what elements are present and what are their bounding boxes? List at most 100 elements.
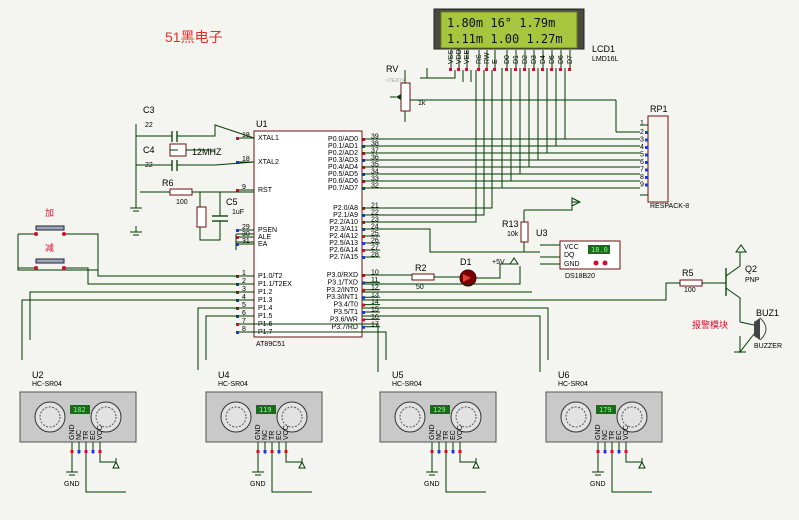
rp1-pin-4: 4 <box>640 144 644 151</box>
pin-marker <box>603 450 607 453</box>
vcc-wire <box>459 454 477 463</box>
push-buttons: 加 减 <box>17 208 254 285</box>
mcu-pin-name-38: P0.1/AD1 <box>328 143 358 150</box>
led-block: R2 50 D1 +5V <box>362 257 519 291</box>
potentiometer-rv: RV 1k <TEXT> <box>386 64 426 122</box>
u3-pin-dq: DQ <box>564 252 575 259</box>
mcu-pin-num-9: 9 <box>242 184 246 191</box>
lcd-part: LMD16L <box>592 56 619 63</box>
sensor-pin-nc: NC <box>262 430 269 440</box>
mcu-pin-name-31: EA <box>258 241 268 248</box>
gnd-label: GND <box>250 481 266 488</box>
mcu-pin-name-26: P2.5/A13 <box>329 240 358 247</box>
pin-marker <box>449 68 452 71</box>
c5-value: 1uF <box>232 209 244 216</box>
r5-ref: R5 <box>682 268 694 278</box>
pin-marker <box>596 450 600 453</box>
sensor-pin-vcc: VCC <box>283 425 290 440</box>
mcu-pin-name-25: P2.4/A12 <box>329 233 358 240</box>
mcu-pin-name-21: P2.0/A8 <box>333 205 358 212</box>
pin-marker <box>362 288 365 292</box>
pin-marker <box>485 68 488 71</box>
pin-marker <box>77 450 81 453</box>
sensor-pin-nc: NC <box>436 430 443 440</box>
sensor-part: HC-SR04 <box>392 381 422 388</box>
sensor-pin-vcc: VCC <box>457 425 464 440</box>
mcu-pin-name-3: P1.2 <box>258 289 273 296</box>
pin-marker <box>362 311 365 314</box>
watermark-title: 51黑电子 <box>165 29 223 45</box>
alarm-label: 报警模块 <box>692 319 728 330</box>
btn-add-label[interactable]: 加 <box>45 208 54 218</box>
sensor-part: HC-SR04 <box>32 381 62 388</box>
mcu-pin-name-11: P3.1/TXD <box>328 279 358 286</box>
pin-marker <box>645 131 648 134</box>
pin-marker <box>550 68 553 71</box>
button-add[interactable] <box>35 225 65 231</box>
mcu-pin-name-19: XTAL1 <box>258 135 279 142</box>
vcc-wire <box>285 454 303 463</box>
sensor-pin-tr: TR <box>443 431 450 440</box>
pin-marker <box>362 296 365 300</box>
tr-wire <box>85 454 126 493</box>
mcu-pin-name-36: P0.3/AD3 <box>328 157 358 164</box>
mcu-pin-name-13: P3.3/INT1 <box>326 294 358 301</box>
lcd-ref: LCD1 <box>592 44 615 54</box>
sensor-part: HC-SR04 <box>558 381 588 388</box>
mcu-pin-name-6: P1.5 <box>258 313 273 320</box>
vcc-icon <box>472 460 480 469</box>
buz1-part: BUZZER <box>754 343 782 350</box>
c4-ref: C4 <box>143 145 155 155</box>
mcu-pin-name-27: P2.6/A14 <box>329 247 358 254</box>
u3-pin-vcc: VCC <box>564 244 579 251</box>
mcu-pin-num-28: 28 <box>371 252 379 259</box>
mcu-pin-name-29: PSEN <box>258 227 277 234</box>
lcd-module: 1.80m 16° 1.79m 1.11m 1.00 1.27m LCD1 LM… <box>433 8 619 71</box>
pin-marker <box>70 450 74 453</box>
d1-ref: D1 <box>460 257 472 267</box>
mcu-pin-name-17: P3.7/RD <box>332 324 358 331</box>
mcu-pin-name-22: P2.1/A9 <box>333 212 358 219</box>
pin-marker <box>362 318 365 322</box>
pin-marker <box>362 256 365 259</box>
pin-marker <box>263 450 267 453</box>
mcu-pin-num-25: 25 <box>371 231 379 238</box>
mcu-pin-name-5: P1.4 <box>258 305 273 312</box>
sensor-display-value: 119 <box>259 406 272 414</box>
pin-marker <box>430 450 434 453</box>
btn-sub-label[interactable]: 减 <box>45 242 54 253</box>
mcu-pin-num-13: 13 <box>371 292 379 299</box>
rp1-pin-5: 5 <box>640 152 644 159</box>
sensor-pin-gnd: GND <box>69 424 76 440</box>
pin-marker <box>523 68 526 71</box>
mcu-pin-name-16: P3.6/WR <box>330 316 358 323</box>
u3-display: 18.0 <box>591 246 608 254</box>
pin-marker <box>645 138 648 142</box>
mcu-pin-name-14: P3.4/T0 <box>333 302 358 309</box>
pin-marker <box>645 183 648 187</box>
mcu-pin-num-29: 29 <box>242 224 250 231</box>
vcc-wire <box>99 454 117 463</box>
pin-marker <box>645 146 648 149</box>
button-sub[interactable] <box>35 258 65 264</box>
mcu-pin-num-7: 7 <box>242 318 246 325</box>
ultrasonic-sensor-u6: U6HC-SR04179GND NC TR EC VCCGND <box>545 370 663 493</box>
mcu-pin-name-33: P0.6/AD6 <box>328 178 358 185</box>
sensor-pin-ec: EC <box>450 430 457 440</box>
sensor-pin-nc: NC <box>602 430 609 440</box>
mcu-pin-name-35: P0.4/AD4 <box>328 164 358 171</box>
mcu-pin-num-8: 8 <box>242 326 246 333</box>
ultrasonic-sensor-u2: U2HC-SR04182GND NC TR EC VCCGND <box>19 370 137 493</box>
pin-marker <box>568 68 571 71</box>
mcu-pin-name-10: P3.0/RXD <box>327 272 358 279</box>
pin-marker <box>91 450 95 453</box>
gnd-label: GND <box>424 481 440 488</box>
rp1-pin-8: 8 <box>640 174 644 181</box>
schematic-canvas: { "title": "51黑电子", "lcd": { "ref": "LCD… <box>0 0 799 520</box>
sensor-pin-gnd: GND <box>595 424 602 440</box>
lcd-line-2: 1.11m 1.00 1.27m <box>447 32 563 46</box>
mcu-pin-name-2: P1.1/T2EX <box>258 281 292 288</box>
c3-ref: C3 <box>143 105 155 115</box>
pin-marker <box>559 68 562 71</box>
sensor-pin-ec: EC <box>90 430 97 440</box>
